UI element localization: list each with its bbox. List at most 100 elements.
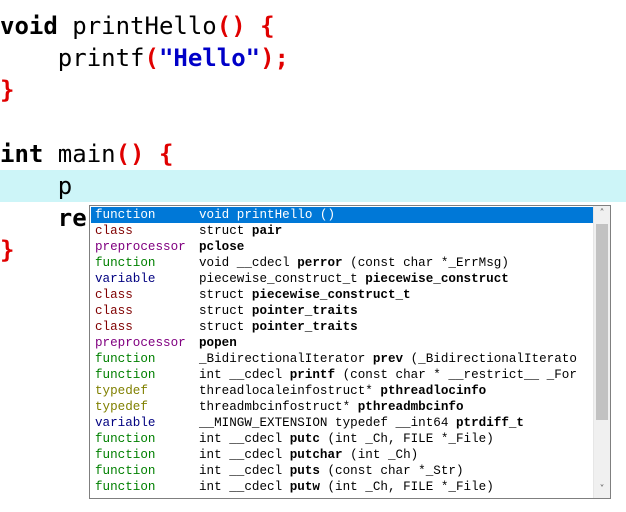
autocomplete-list[interactable]: function void printHello () class struct pa… xyxy=(91,207,596,495)
code-token: () xyxy=(216,12,246,40)
autocomplete-item[interactable]: typedef threadlocaleinfostruct* pthreadlo… xyxy=(91,383,596,399)
code-line[interactable] xyxy=(0,106,626,138)
item-signature: struct pointer_traits xyxy=(199,303,358,319)
item-signature: int __cdecl putchar (int _Ch) xyxy=(199,447,418,463)
item-kind: function xyxy=(95,352,156,366)
autocomplete-item[interactable]: function int __cdecl puts (const char *_S… xyxy=(91,463,596,479)
code-token: re xyxy=(0,204,87,232)
item-kind: preprocessor xyxy=(95,336,186,350)
item-kind: class xyxy=(95,304,133,318)
autocomplete-item[interactable]: variable __MINGW_EXTENSION typedef __int6… xyxy=(91,415,596,431)
item-prefix: struct xyxy=(199,224,252,238)
popup-scrollbar[interactable]: ˄ ˅ xyxy=(593,206,610,498)
item-prefix: struct xyxy=(199,288,252,302)
item-name: pointer_traits xyxy=(251,320,358,334)
autocomplete-item[interactable]: preprocessor pclose xyxy=(91,239,596,255)
autocomplete-item[interactable]: function int __cdecl printf (const char *… xyxy=(91,367,596,383)
item-signature: int __cdecl puts (const char *_Str) xyxy=(199,463,464,479)
item-params: (int _Ch, FILE *_File) xyxy=(319,432,494,446)
item-kind: function xyxy=(95,208,156,222)
item-prefix: int __cdecl xyxy=(199,448,290,462)
code-line[interactable]: void printHello() { xyxy=(0,10,626,42)
item-signature: piecewise_construct_t piecewise_construc… xyxy=(199,271,509,287)
code-line[interactable]: } xyxy=(0,74,626,106)
autocomplete-item[interactable]: class struct pair xyxy=(91,223,596,239)
item-name: puts xyxy=(289,464,320,478)
item-kind: typedef xyxy=(95,384,148,398)
autocomplete-item-selected[interactable]: function void printHello () xyxy=(91,207,596,223)
item-prefix: _BidirectionalIterator xyxy=(199,352,373,366)
item-prefix: piecewise_construct_t xyxy=(199,272,366,286)
item-params: (const char * __restrict__ _For xyxy=(335,368,577,382)
item-prefix: int __cdecl xyxy=(199,432,290,446)
item-kind: class xyxy=(95,288,133,302)
item-kind: variable xyxy=(95,416,156,430)
code-token: printHello xyxy=(57,12,217,40)
autocomplete-popup[interactable]: function void printHello () class struct pa… xyxy=(89,205,611,499)
item-kind: class xyxy=(95,224,133,238)
code-token: "Hello" xyxy=(158,44,261,72)
item-prefix: __MINGW_EXTENSION typedef __int64 xyxy=(199,416,456,430)
autocomplete-item[interactable]: function int __cdecl putc (int _Ch, FILE … xyxy=(91,431,596,447)
autocomplete-item[interactable]: preprocessor popen xyxy=(91,335,596,351)
item-prefix: threadlocaleinfostruct* xyxy=(199,384,381,398)
autocomplete-item[interactable]: typedef threadmbcinfostruct* pthreadmbcin… xyxy=(91,399,596,415)
autocomplete-item[interactable]: class struct pointer_traits xyxy=(91,303,596,319)
item-prefix: int __cdecl xyxy=(199,368,290,382)
autocomplete-item[interactable]: variable piecewise_construct_t piecewise_… xyxy=(91,271,596,287)
code-line[interactable]: int main() { xyxy=(0,138,626,170)
item-params: (const char *_Str) xyxy=(319,464,464,478)
autocomplete-item[interactable]: class struct pointer_traits xyxy=(91,319,596,335)
code-line[interactable]: printf("Hello"); xyxy=(0,42,626,74)
autocomplete-item[interactable]: function int __cdecl putchar (int _Ch) xyxy=(91,447,596,463)
item-signature: int __cdecl putw (int _Ch, FILE *_File) xyxy=(199,479,494,495)
item-name: printf xyxy=(289,368,336,382)
autocomplete-item[interactable]: function _BidirectionalIterator prev (_Bi… xyxy=(91,351,596,367)
code-token: p xyxy=(0,172,73,200)
item-name: pthreadlocinfo xyxy=(380,384,487,398)
item-name: popen xyxy=(199,336,237,350)
code-token: ( xyxy=(144,44,159,72)
code-token: printf xyxy=(0,44,145,72)
item-name: piecewise_construct_t xyxy=(251,288,411,302)
item-kind: function xyxy=(95,480,156,494)
item-name: pclose xyxy=(199,240,245,254)
item-signature: _BidirectionalIterator prev (_Bidirectio… xyxy=(199,351,577,367)
item-params: (int _Ch, FILE *_File) xyxy=(319,480,494,494)
code-line-current[interactable]: p xyxy=(0,170,626,202)
scroll-down-icon[interactable]: ˅ xyxy=(594,482,610,498)
item-name: putc xyxy=(289,432,320,446)
code-token: () xyxy=(115,140,145,168)
item-prefix: void xyxy=(199,208,237,222)
item-name: printHello xyxy=(236,208,313,222)
item-signature: struct pair xyxy=(199,223,282,239)
item-prefix: void __cdecl xyxy=(199,256,298,270)
item-signature: struct piecewise_construct_t xyxy=(199,287,411,303)
item-signature: __MINGW_EXTENSION typedef __int64 ptrdif… xyxy=(199,415,524,431)
scroll-thumb[interactable] xyxy=(596,224,608,420)
code-token: } xyxy=(0,236,15,264)
item-prefix: struct xyxy=(199,320,252,334)
item-kind: function xyxy=(95,368,156,382)
autocomplete-item[interactable]: function void __cdecl perror (const char … xyxy=(91,255,596,271)
item-name: putw xyxy=(289,480,320,494)
item-signature: int __cdecl printf (const char * __restr… xyxy=(199,367,577,383)
item-name: piecewise_construct xyxy=(365,272,509,286)
item-name: prev xyxy=(372,352,404,366)
item-prefix: threadmbcinfostruct* xyxy=(199,400,358,414)
item-params: () xyxy=(312,208,336,222)
item-name: perror xyxy=(297,256,343,270)
item-kind: function xyxy=(95,464,156,478)
item-kind: variable xyxy=(95,272,156,286)
item-kind: function xyxy=(95,432,156,446)
item-name: pair xyxy=(251,224,283,238)
item-name: pointer_traits xyxy=(251,304,358,318)
item-kind: class xyxy=(95,320,133,334)
autocomplete-item[interactable]: class struct piecewise_construct_t xyxy=(91,287,596,303)
code-token: } xyxy=(0,76,15,104)
scroll-up-icon[interactable]: ˄ xyxy=(594,206,610,222)
autocomplete-item[interactable]: function int __cdecl putw (int _Ch, FILE … xyxy=(91,479,596,495)
code-token: { xyxy=(158,140,174,168)
item-signature: struct pointer_traits xyxy=(199,319,358,335)
